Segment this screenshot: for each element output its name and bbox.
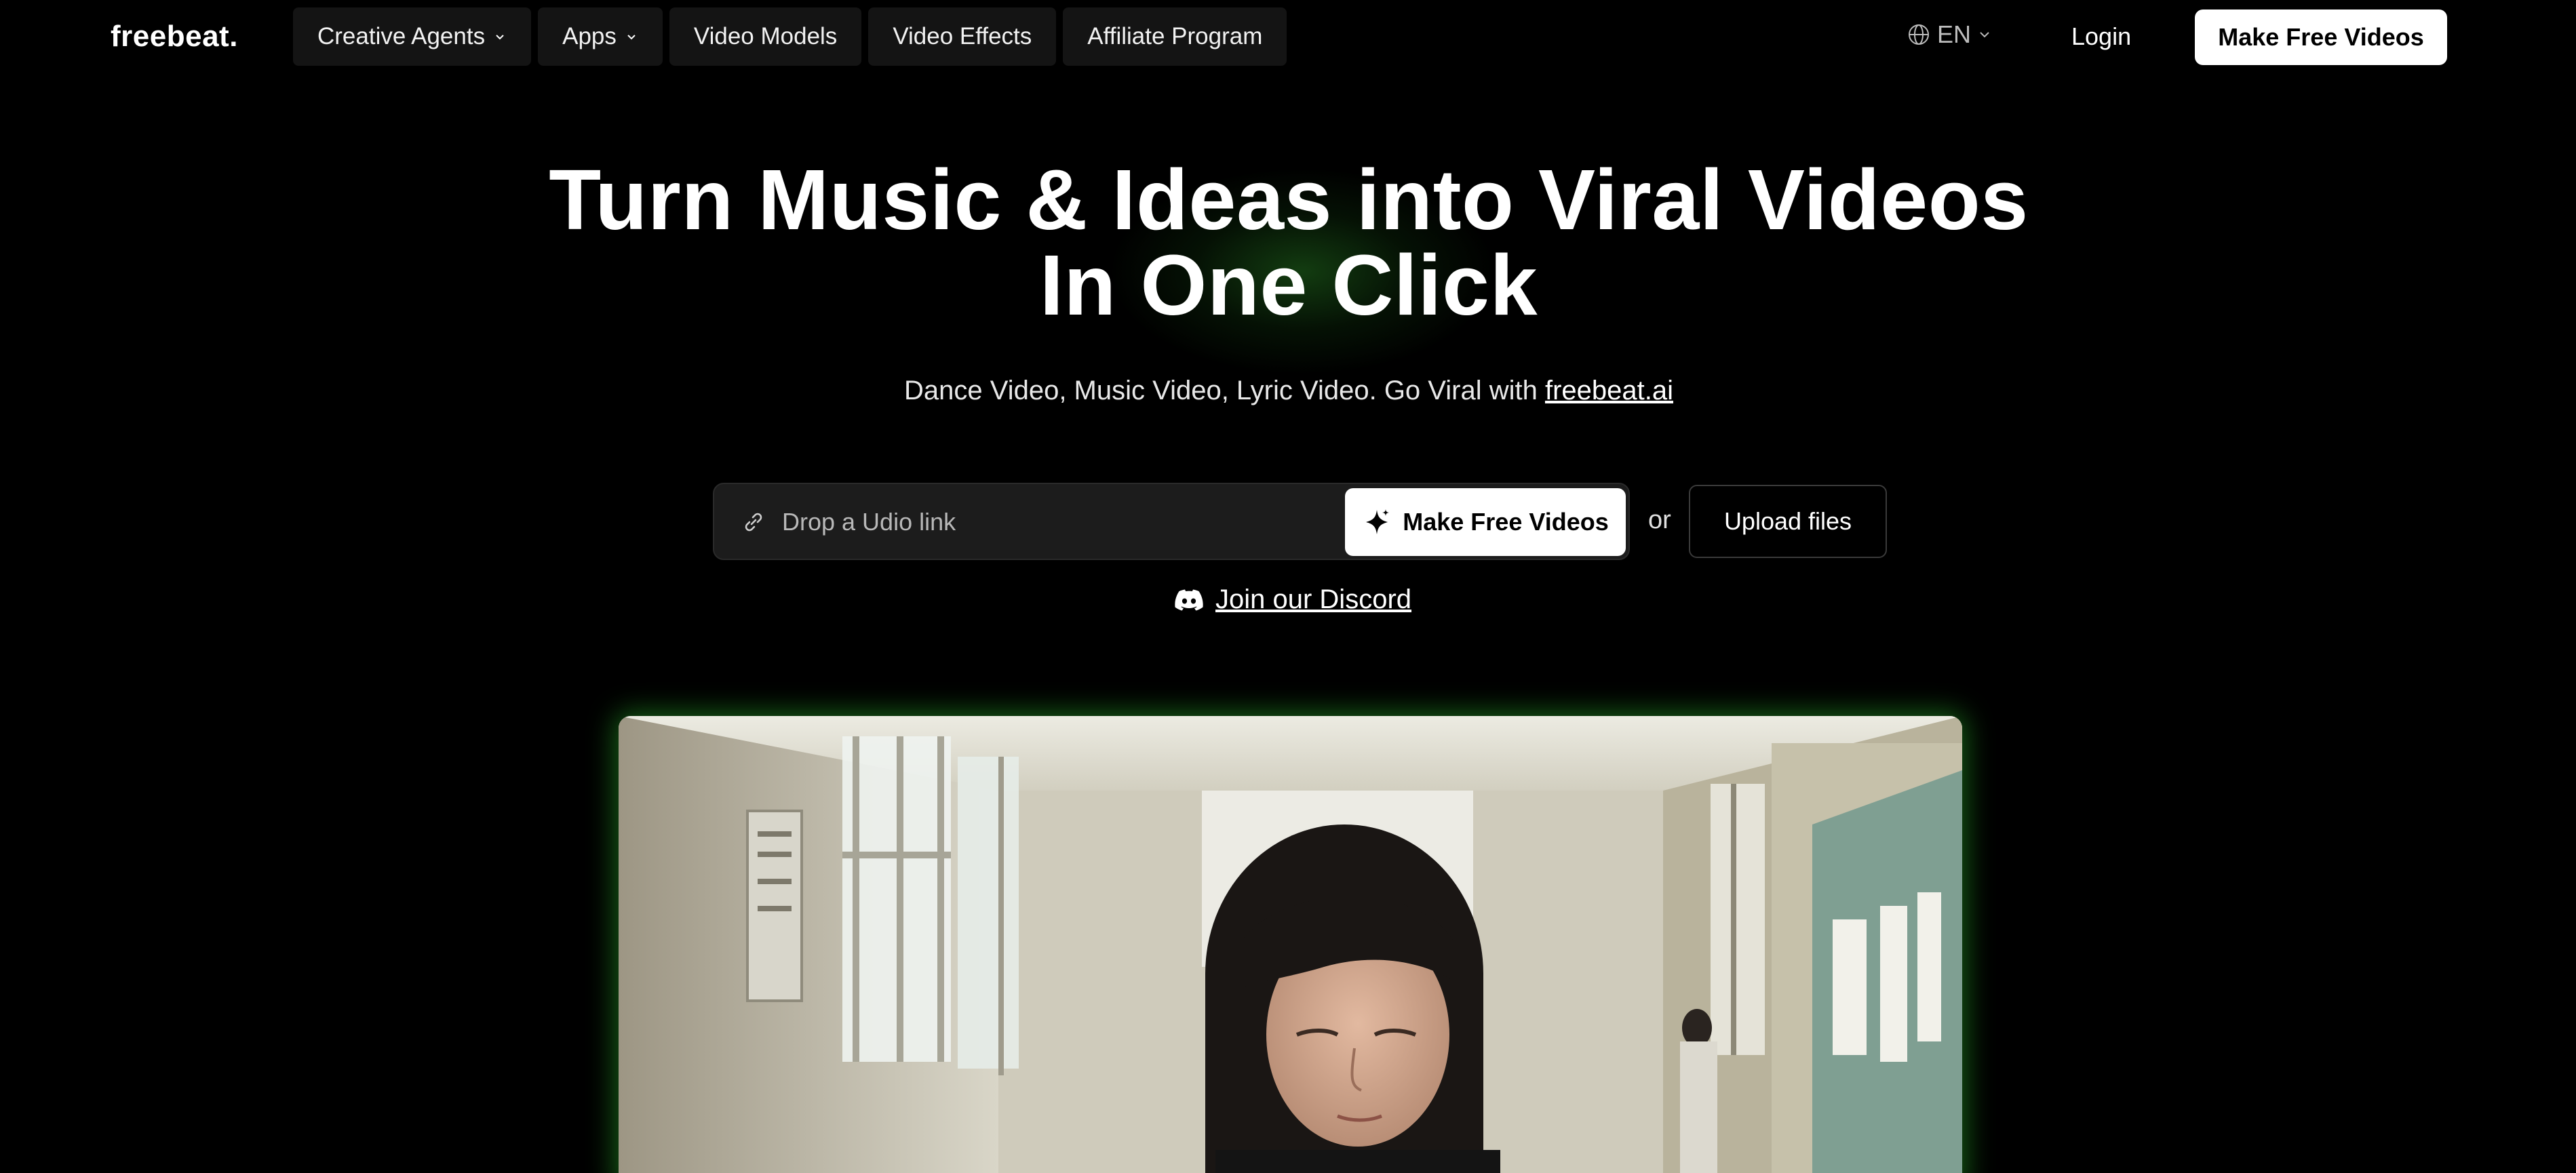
- chevron-down-icon: [627, 35, 636, 40]
- sparkle-icon: [1366, 509, 1390, 534]
- nav-item-label: Apps: [562, 23, 617, 49]
- hero-video-preview[interactable]: [619, 716, 1962, 1173]
- top-navigation: freebeat. Creative Agents Apps Video Mod…: [0, 0, 2576, 73]
- video-frame-illustration: [619, 716, 1962, 1173]
- make-free-videos-nav-button[interactable]: Make Free Videos: [2195, 9, 2447, 65]
- chevron-down-icon: [1980, 32, 1989, 38]
- nav-item-video-effects[interactable]: Video Effects: [868, 7, 1057, 66]
- hero-title: Turn Music & Ideas into Viral Videos In …: [475, 157, 2103, 328]
- freebeat-link[interactable]: freebeat.ai: [1545, 376, 1673, 405]
- upload-files-button[interactable]: Upload files: [1689, 485, 1887, 558]
- login-link[interactable]: Login: [2071, 20, 2131, 53]
- hero-subtitle-text: Dance Video, Music Video, Lyric Video. G…: [904, 376, 1545, 405]
- hero-subtitle: Dance Video, Music Video, Lyric Video. G…: [610, 372, 1967, 410]
- nav-item-affiliate-program[interactable]: Affiliate Program: [1063, 7, 1287, 66]
- hero-title-line1: Turn Music & Ideas into Viral Videos: [549, 152, 2029, 247]
- hero-title-line2: In One Click: [1039, 237, 1538, 333]
- language-selector[interactable]: EN: [1907, 20, 1991, 49]
- nav-item-video-models[interactable]: Video Models: [669, 7, 862, 66]
- link-icon: [745, 513, 762, 532]
- make-free-videos-button[interactable]: Make Free Videos: [1345, 488, 1626, 556]
- nav-item-apps[interactable]: Apps: [538, 7, 663, 66]
- globe-icon: [1909, 24, 1929, 45]
- chevron-down-icon: [496, 35, 504, 40]
- link-input-bar: Make Free Videos: [713, 483, 1630, 560]
- nav-item-label: Creative Agents: [317, 23, 486, 49]
- discord-label: Join our Discord: [1215, 584, 1412, 614]
- nav-item-label: Video Models: [693, 23, 838, 49]
- nav-item-creative-agents[interactable]: Creative Agents: [293, 7, 532, 66]
- nav-item-label: Video Effects: [893, 23, 1032, 49]
- discord-icon: [1175, 589, 1203, 610]
- udio-link-input[interactable]: [782, 502, 1365, 542]
- freebeat-logo[interactable]: freebeat.: [111, 19, 238, 54]
- nav-menu: Creative Agents Apps Video Models Video …: [293, 7, 1287, 66]
- nav-item-label: Affiliate Program: [1087, 23, 1263, 49]
- make-free-videos-label: Make Free Videos: [1403, 508, 1609, 536]
- discord-link[interactable]: Join our Discord: [1175, 584, 1411, 615]
- or-separator: or: [1648, 506, 1671, 534]
- language-label: EN: [1937, 20, 1972, 48]
